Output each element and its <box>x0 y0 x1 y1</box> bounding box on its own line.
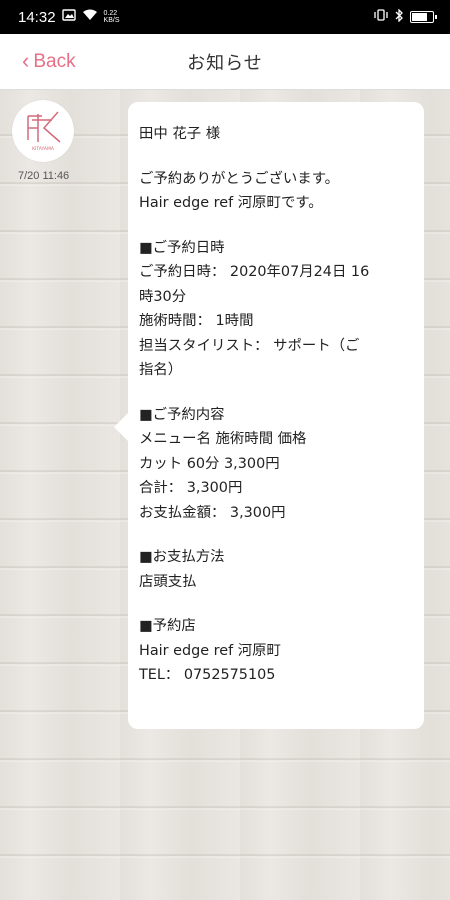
message-line: Hair edge ref 河原町です。 <box>139 195 323 211</box>
vibrate-icon <box>373 9 389 25</box>
message-line: ■予約店 <box>139 618 196 634</box>
message-line: ご予約日時： 2020年07月24日 16 <box>139 264 370 280</box>
message-list[interactable]: KITAYAMA 7/20 11:46 田中 花子 様ご予約ありがとうございます… <box>0 90 450 900</box>
status-time: 14:32 <box>18 8 56 26</box>
message-line: 施術時間： 1時間 <box>139 313 254 329</box>
message-line: ご予約ありがとうございます。 <box>139 170 340 187</box>
net-speed-unit: KB/S <box>103 17 120 24</box>
message-line: 担当スタイリスト： サポート（ご <box>139 337 360 354</box>
battery-icon <box>410 11 437 23</box>
nav-bar: ‹ Back お知らせ <box>0 34 450 90</box>
network-speed: 0.22 KB/S <box>104 10 120 24</box>
avatar-text: KITAYAMA <box>32 146 55 152</box>
chevron-left-icon: ‹ <box>22 47 30 73</box>
message-line: Hair edge ref 河原町 <box>139 642 281 659</box>
message-line: 合計： 3,300円 <box>139 480 243 496</box>
status-right <box>373 7 437 26</box>
bluetooth-icon <box>395 7 404 26</box>
message-line: 田中 花子 様 <box>139 126 221 142</box>
wifi-icon <box>82 9 98 25</box>
message-timestamp: 7/20 11:46 <box>18 170 70 182</box>
message-line: 時30分 <box>139 288 187 305</box>
status-bar: 14:32 0.22 KB/S <box>0 0 450 34</box>
message-line: ■ご予約内容 <box>139 406 225 423</box>
message-line: 店頭支払 <box>139 573 197 590</box>
message-line: メニュー名 施術時間 価格 <box>139 431 307 447</box>
net-speed-value: 0.22 <box>103 10 118 17</box>
message-line: ■ご予約日時 <box>139 239 225 256</box>
message-line: 指名） <box>139 362 183 378</box>
back-button[interactable]: ‹ Back <box>22 34 76 90</box>
page-title: お知らせ <box>187 52 263 74</box>
photo-icon <box>61 9 76 25</box>
avatar[interactable]: KITAYAMA <box>12 100 74 162</box>
message-line: カット 60分 3,300円 <box>139 455 280 472</box>
kitayama-logo: KITAYAMA <box>27 111 61 152</box>
back-label: Back <box>33 51 76 72</box>
message-line: TEL： 0752575105 <box>139 667 276 683</box>
message-bubble: 田中 花子 様ご予約ありがとうございます。 Hair edge ref 河原町です… <box>114 102 424 729</box>
message-line: ■お支払方法 <box>139 549 225 565</box>
message-line: お支払金額： 3,300円 <box>139 504 286 521</box>
status-left: 14:32 0.22 KB/S <box>18 9 120 26</box>
